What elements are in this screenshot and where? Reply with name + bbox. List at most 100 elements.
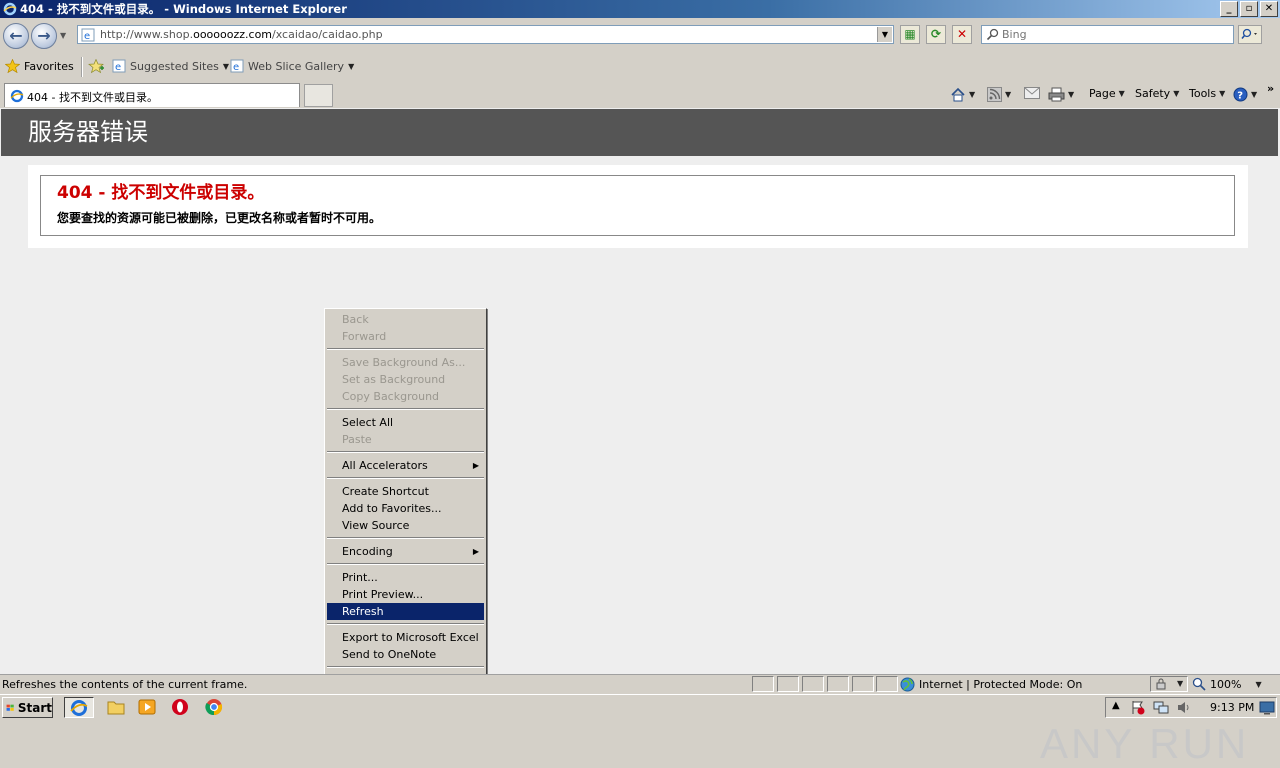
help-button[interactable]: ? ▼	[1233, 87, 1257, 102]
mail-icon	[1024, 87, 1040, 99]
status-panel	[827, 676, 849, 692]
security-zone[interactable]: Internet | Protected Mode: On	[900, 677, 1082, 692]
refresh-button[interactable]: ⟳	[926, 25, 946, 44]
search-go-button[interactable]	[1238, 25, 1262, 44]
restore-button[interactable]: ▫	[1240, 1, 1258, 17]
add-to-favorites-bar-button[interactable]	[88, 59, 105, 74]
page-menu-button[interactable]: Page ▼	[1089, 87, 1125, 100]
menu-separator	[327, 623, 484, 625]
web-slice-gallery-link[interactable]: e Web Slice Gallery ▼	[230, 59, 354, 73]
taskbar-ie-button[interactable]	[64, 697, 94, 718]
chevron-down-icon: ▼	[1219, 89, 1226, 98]
menu-item-create-shortcut[interactable]: Create Shortcut	[327, 483, 484, 500]
menu-item-paste: Paste	[327, 431, 484, 448]
suggested-sites-link[interactable]: e Suggested Sites ▼	[112, 59, 229, 73]
home-button[interactable]: ▼	[950, 87, 975, 102]
server-error-header: 服务器错误	[1, 109, 1278, 156]
safety-menu-label: Safety	[1135, 87, 1171, 100]
command-overflow-button[interactable]: »	[1267, 82, 1274, 95]
taskbar-opera-button[interactable]	[167, 697, 193, 718]
ie-icon	[70, 700, 88, 716]
print-button[interactable]: ▼	[1048, 87, 1074, 102]
forward-arrow-icon: →	[37, 26, 51, 45]
zoom-icon	[1192, 677, 1206, 691]
forward-button[interactable]: →	[31, 23, 57, 49]
ie-page-icon: e	[230, 59, 244, 73]
network-icon[interactable]	[1153, 700, 1169, 715]
stop-button[interactable]: ✕	[952, 25, 972, 44]
show-desktop-icon[interactable]	[1259, 701, 1275, 715]
favorites-bar: Favorites e Suggested Sites ▼ e Web Slic…	[0, 52, 1280, 80]
address-bar[interactable]: e http://www.shop.oooooozz.com/xcaidao/c…	[77, 25, 894, 44]
start-button[interactable]: Start	[2, 697, 53, 718]
favorites-label: Favorites	[24, 59, 74, 73]
home-icon	[951, 87, 965, 102]
error-box: 404 - 找不到文件或目录。 您要查找的资源可能已被删除，已更改名称或者暂时不…	[40, 175, 1235, 236]
clock[interactable]: 9:13 PM	[1210, 701, 1254, 714]
chevron-down-icon: ▼	[1173, 89, 1180, 98]
safety-menu-button[interactable]: Safety ▼	[1135, 87, 1179, 100]
search-box[interactable]	[981, 25, 1234, 44]
chevron-down-icon: ▼	[1118, 89, 1125, 98]
menu-item-label: Paste	[342, 433, 372, 446]
menu-item-print[interactable]: Print...	[327, 569, 484, 586]
ie-page-icon: e	[112, 59, 126, 73]
menu-item-view-source[interactable]: View Source	[327, 517, 484, 534]
web-slice-gallery-label: Web Slice Gallery	[248, 59, 345, 73]
submenu-arrow-icon: ▶	[472, 547, 479, 556]
status-panel	[802, 676, 824, 692]
chevron-down-icon: ▼	[969, 90, 976, 99]
favorites-button[interactable]: Favorites	[5, 59, 74, 73]
menu-item-export-to-microsoft-excel[interactable]: Export to Microsoft Excel	[327, 629, 484, 646]
windows-logo-icon	[6, 704, 14, 711]
menu-item-add-to-favorites[interactable]: Add to Favorites...	[327, 500, 484, 517]
menu-item-set-as-background: Set as Background	[327, 371, 484, 388]
taskbar-explorer-button[interactable]	[103, 697, 129, 718]
menu-item-all-accelerators[interactable]: All Accelerators ▶	[327, 457, 484, 474]
address-dropdown-icon[interactable]: ▼	[877, 27, 892, 42]
protected-mode-panel[interactable]: ▼	[1150, 676, 1188, 692]
menu-separator	[327, 666, 484, 668]
menu-item-encoding[interactable]: Encoding ▶	[327, 543, 484, 560]
status-panel	[852, 676, 874, 692]
error-description: 您要查找的资源可能已被删除，已更改名称或者暂时不可用。	[57, 211, 382, 225]
menu-item-label: Set as Background	[342, 373, 446, 386]
window-title: 404 - 找不到文件或目录。 - Windows Internet Explo…	[20, 2, 347, 16]
menu-item-select-all[interactable]: Select All	[327, 414, 484, 431]
new-tab-button[interactable]	[304, 84, 333, 107]
submenu-arrow-icon: ▶	[472, 461, 479, 470]
rss-feed-icon	[987, 87, 1002, 102]
feeds-button[interactable]: ▼	[987, 87, 1011, 102]
compatibility-view-button[interactable]: ▦	[900, 25, 920, 44]
navigation-bar: ← → ▼ e http://www.shop.oooooozz.com/xca…	[0, 19, 1280, 51]
recent-pages-dropdown-icon[interactable]: ▼	[60, 31, 66, 40]
tab-current[interactable]: 404 - 找不到文件或目录。	[4, 83, 300, 107]
error-title: 404 - 找不到文件或目录。	[57, 183, 265, 203]
back-arrow-icon: ←	[9, 26, 23, 45]
show-hidden-icons-icon[interactable]: ▲	[1112, 700, 1120, 711]
menu-item-label: Create Shortcut	[342, 485, 429, 498]
taskbar-media-player-button[interactable]	[134, 697, 160, 718]
volume-icon[interactable]	[1176, 700, 1192, 715]
help-icon: ?	[1233, 87, 1248, 102]
menu-item-label: Save Background As...	[342, 356, 466, 369]
suggested-sites-label: Suggested Sites	[130, 59, 219, 73]
zoom-control[interactable]: 100% ▼	[1192, 677, 1262, 691]
menu-item-label: Select All	[342, 416, 394, 429]
address-url[interactable]: http://www.shop.oooooozz.com/xcaidao/cai…	[100, 28, 383, 41]
window-title-bar[interactable]: 404 - 找不到文件或目录。 - Windows Internet Explo…	[0, 0, 1280, 18]
tools-menu-button[interactable]: Tools ▼	[1189, 87, 1225, 100]
search-input[interactable]	[1002, 27, 1222, 42]
menu-item-refresh[interactable]: Refresh	[327, 603, 484, 620]
error-card: 404 - 找不到文件或目录。 您要查找的资源可能已被删除，已更改名称或者暂时不…	[28, 165, 1248, 248]
minimize-button[interactable]: _	[1220, 1, 1238, 17]
back-button[interactable]: ←	[3, 23, 29, 49]
chevron-down-icon: ▼	[1251, 90, 1258, 99]
read-mail-button[interactable]	[1024, 87, 1040, 99]
start-label: Start	[17, 700, 52, 715]
taskbar-chrome-button[interactable]	[201, 697, 227, 718]
action-center-flag-icon[interactable]	[1130, 700, 1146, 715]
close-button[interactable]: ✕	[1260, 1, 1278, 17]
menu-item-print-preview[interactable]: Print Preview...	[327, 586, 484, 603]
menu-item-send-to-onenote[interactable]: Send to OneNote	[327, 646, 484, 663]
